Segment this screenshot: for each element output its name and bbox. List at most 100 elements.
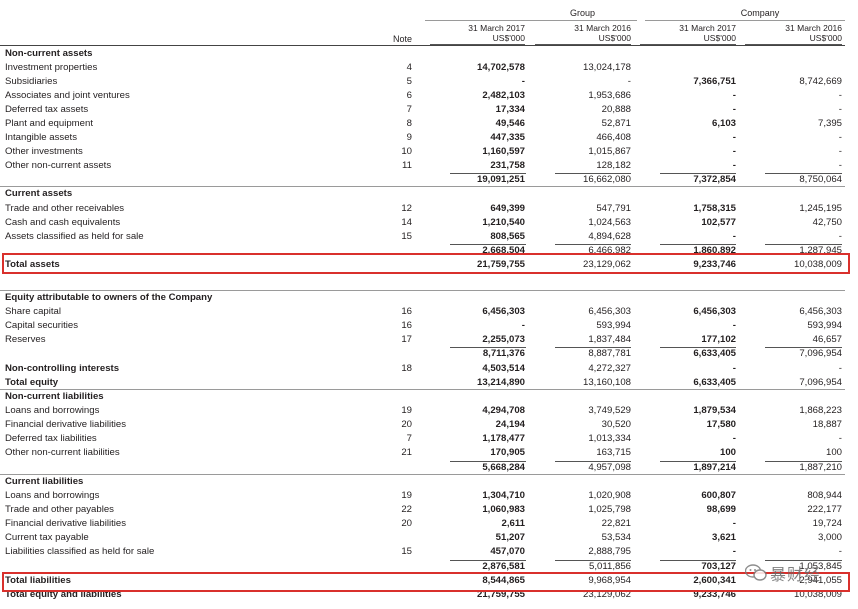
value-cell: 593,994	[596, 320, 631, 331]
subtotal-rule	[660, 244, 736, 245]
value-cell: 1,837,484	[588, 334, 631, 345]
note-ref: 7	[406, 433, 412, 444]
table-row: Trade and other payables 22 1,060,983 1,025…	[0, 503, 858, 517]
row-label: Liabilities classified as held for sale	[5, 546, 155, 557]
value-cell: -	[838, 146, 842, 157]
note-ref: 18	[401, 363, 412, 374]
value-cell: 547,791	[596, 203, 631, 214]
value-cell: 466,408	[596, 132, 631, 143]
subtotal-rule	[765, 461, 842, 462]
note-ref: 10	[401, 146, 412, 157]
value-cell: 177,102	[701, 334, 736, 345]
value-cell: 1,245,195	[799, 203, 842, 214]
value-cell: 52,871	[601, 118, 631, 129]
section-divider	[0, 474, 845, 475]
value-cell: 2,611	[501, 518, 525, 529]
subtotal-rule	[555, 560, 631, 561]
value-cell: 13,160,108	[582, 377, 631, 388]
row-label: Trade and other payables	[5, 504, 114, 515]
value-cell: 19,091,251	[476, 174, 525, 185]
value-cell: -	[732, 433, 736, 444]
value-cell: 30,520	[601, 419, 631, 430]
highlight-total-liabilities	[2, 572, 850, 592]
section-heading: Current assets	[0, 187, 858, 201]
row-label: Total equity	[5, 377, 59, 388]
row-label: Financial derivative liabilities	[5, 518, 127, 529]
value-cell: 24,194	[495, 419, 525, 430]
value-cell: 102,577	[701, 217, 736, 228]
row-label: Financial derivative liabilities	[5, 419, 127, 430]
note-ref: 15	[401, 546, 412, 557]
value-cell: 808,565	[490, 231, 525, 242]
value-cell: 20,888	[601, 104, 631, 115]
note-ref: 11	[402, 160, 412, 171]
value-cell: 6,633,405	[693, 377, 736, 388]
value-cell: 6,456,303	[799, 306, 842, 317]
table-row: Plant and equipment 8 49,546 52,871 6,103 7,3…	[0, 117, 858, 131]
subtotal-rule	[660, 461, 736, 462]
value-cell: 4,894,628	[588, 231, 631, 242]
value-cell: 1,025,798	[588, 504, 631, 515]
subtotal-rule	[450, 173, 526, 174]
note-ref: 8	[406, 118, 412, 129]
col-head-company-2017: 31 March 2017 US$'000	[640, 23, 736, 45]
col-unit: US$'000	[640, 33, 736, 45]
value-cell: 163,715	[596, 447, 631, 458]
value-cell: -	[732, 104, 736, 115]
table-row: Financial derivative liabilities 20 2,611 2…	[0, 517, 858, 531]
value-cell: 53,534	[601, 532, 631, 543]
note-ref: 12	[401, 203, 412, 214]
col-date: 31 March 2017	[679, 23, 736, 33]
subtotal-rule	[660, 560, 736, 561]
table-row: Other non-current liabilities 21 170,905 16…	[0, 446, 858, 460]
value-cell: -	[838, 132, 842, 143]
value-cell: 51,207	[495, 532, 525, 543]
subtotal-rule	[555, 173, 631, 174]
value-cell: 8,711,376	[482, 348, 525, 359]
value-cell: 4,294,708	[482, 405, 525, 416]
note-ref: 20	[401, 419, 412, 430]
value-cell: 4,503,514	[482, 363, 525, 374]
value-cell: 222,177	[807, 504, 842, 515]
row-label: Cash and cash equivalents	[5, 217, 121, 228]
col-date: 31 March 2016	[785, 23, 842, 33]
row-label: Other non-current liabilities	[5, 447, 120, 458]
value-cell: 1,304,710	[482, 490, 525, 501]
row-label: Plant and equipment	[5, 118, 94, 129]
subtotal-rule	[660, 347, 736, 348]
value-cell: 1,210,540	[482, 217, 525, 228]
table-row: Investment properties 4 14,702,578 13,024,1…	[0, 61, 858, 75]
subtotal-rule	[450, 461, 526, 462]
value-cell: 18,887	[812, 419, 842, 430]
value-cell: 17,580	[706, 419, 736, 430]
value-cell: 6,456,303	[482, 306, 525, 317]
value-cell: 14,702,578	[476, 62, 525, 73]
subtotal-rule	[555, 461, 631, 462]
value-cell: 7,395	[817, 118, 842, 129]
value-cell: 447,335	[490, 132, 525, 143]
table-row: Loans and borrowings 19 1,304,710 1,020,908…	[0, 489, 858, 503]
table-row: Financial derivative liabilities 20 24,194…	[0, 418, 858, 432]
value-cell: -	[732, 90, 736, 101]
value-cell: -	[732, 320, 736, 331]
value-cell: 1,013,334	[588, 433, 631, 444]
table-row: Reserves 17 2,255,073 1,837,484 177,102 46,65…	[0, 333, 858, 347]
row-label: Intangible assets	[5, 132, 77, 143]
table-row: Other non-current assets 11 231,758 128,182…	[0, 159, 858, 173]
row-label: Share capital	[5, 306, 61, 317]
value-cell: -	[732, 518, 736, 529]
table-row: Total equity 13,214,890 13,160,108 6,633,40…	[0, 376, 858, 390]
value-cell: 1,020,908	[588, 490, 631, 501]
value-cell: -	[838, 231, 842, 242]
note-column-heading: Note	[392, 34, 412, 44]
value-cell: 13,214,890	[476, 377, 525, 388]
value-cell: -	[838, 90, 842, 101]
subtotal-row: 8,711,376 8,887,781 6,633,405 7,096,954	[0, 347, 858, 361]
subtotal-rule	[555, 347, 631, 348]
subtotal-rule	[555, 244, 631, 245]
watermark: 暴财经	[745, 558, 853, 588]
value-cell: 600,807	[701, 490, 736, 501]
value-cell: 231,758	[490, 160, 525, 171]
value-cell: 6,633,405	[693, 348, 736, 359]
row-label: Current tax payable	[5, 532, 89, 543]
